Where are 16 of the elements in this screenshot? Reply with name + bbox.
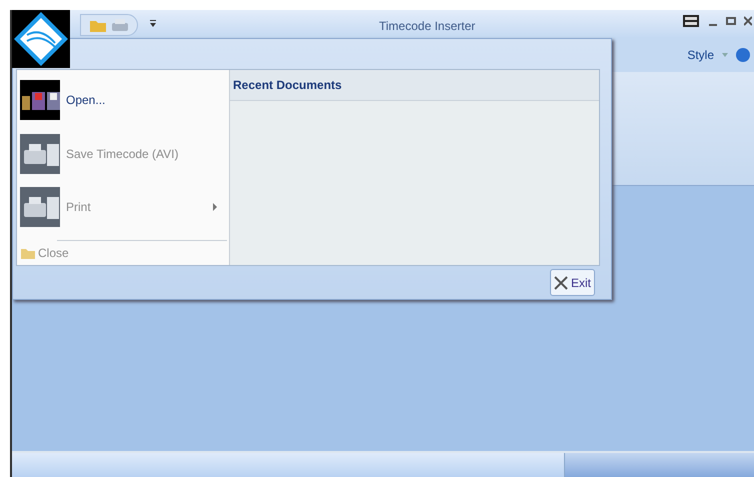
submenu-arrow-icon [213,203,217,212]
folder-icon [20,246,36,260]
recent-documents-heading: Recent Documents [233,77,342,94]
style-menu[interactable]: Style [687,46,728,64]
exit-button[interactable]: Exit [550,269,595,296]
logo-icon[interactable] [13,11,69,67]
caret-icon [722,53,728,57]
menu-item[interactable]: Open... [17,73,229,127]
printer-icon[interactable] [682,14,700,28]
maximize-icon[interactable] [726,15,736,27]
printer-icon [20,134,60,174]
close-icon[interactable] [744,15,752,27]
dropdown-icon[interactable] [150,20,156,28]
close-icon [554,276,568,290]
window-title: Timecode Inserter [379,18,476,35]
printer-icon [20,187,60,228]
